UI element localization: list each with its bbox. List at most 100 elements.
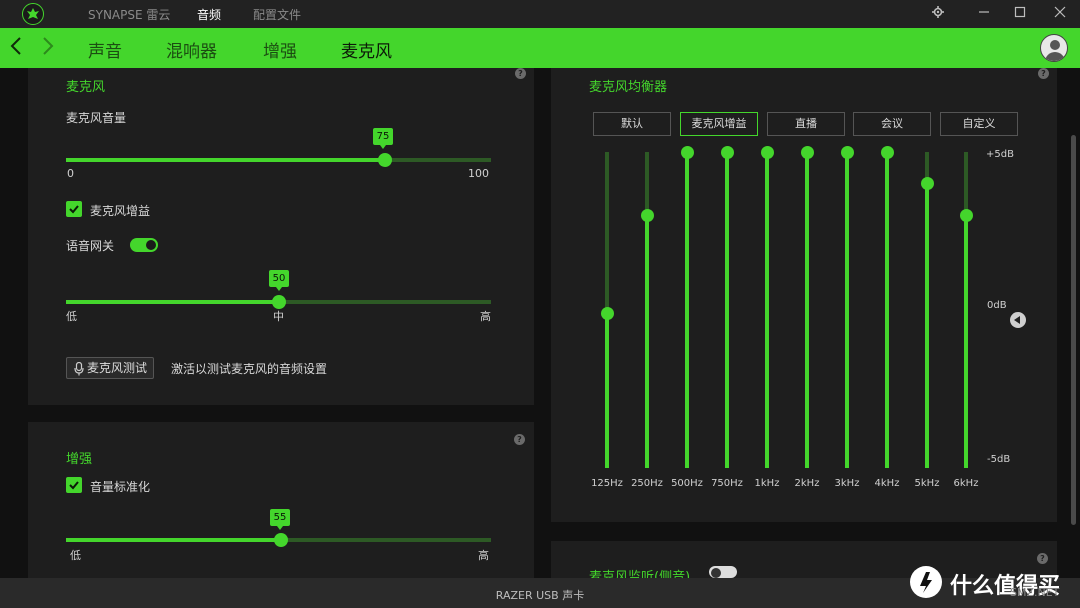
mic-volume-min: 0 [67,167,74,180]
equalizer-panel [551,68,1057,522]
voice-gate-toggle-dot [146,240,156,250]
mic-volume-label: 麦克风音量 [66,111,127,125]
voice-gate-high: 高 [480,310,491,323]
eq-knob-6kHz[interactable] [959,208,973,222]
back-arrow-icon[interactable] [10,36,22,60]
eq-freq-label: 3kHz [834,478,860,489]
eq-knob-750Hz[interactable] [720,145,734,159]
eq-knob-4kHz[interactable] [880,145,894,159]
mic-test-hint: 激活以测试麦克风的音频设置 [171,362,328,376]
eq-knob-500Hz[interactable] [680,145,694,159]
eq-fill-500Hz [685,152,689,468]
normalize-high: 高 [478,549,489,562]
eq-knob-5kHz[interactable] [920,177,934,191]
normalize-fill [66,538,282,542]
mic-boost-checkbox[interactable] [66,201,82,217]
tab-audio[interactable]: 音频 [197,6,221,23]
mic-volume-fill [66,158,385,162]
watermark-logo-icon [910,566,942,598]
maximize-icon[interactable] [1010,4,1030,24]
mic-volume-max: 100 [468,167,489,180]
tab-profiles[interactable]: 配置文件 [253,6,301,23]
mic-test-button[interactable]: 麦克风测试 [66,357,154,379]
voice-gate-slider[interactable] [66,295,491,309]
voice-gate-label: 语音网关 [66,239,115,253]
eq-fill-4kHz [885,152,889,468]
nav-bar: 声音 混响器 增强 麦克风 [0,28,1080,68]
enhance-panel [28,422,534,582]
tab-sound[interactable]: 声音 [88,37,122,62]
eq-freq-label: 4kHz [874,478,900,489]
enhance-help-icon[interactable]: ? [514,434,525,445]
monitor-toggle-dot [711,568,721,578]
voice-gate-knob[interactable] [271,295,286,309]
eq-fill-750Hz [725,152,729,468]
eq-freq-label: 125Hz [591,478,623,489]
normalize-low: 低 [70,549,81,562]
preset-meeting-button[interactable]: 会议 [853,112,931,136]
watermark-sub: SMZ.NET [1010,586,1060,599]
eq-knob-3kHz[interactable] [840,145,854,159]
voice-gate-mid: 中 [273,310,284,323]
eq-fill-2kHz [805,152,809,468]
mic-volume-value: 75 [373,128,393,149]
tab-enhance[interactable]: 增强 [263,37,297,62]
preset-default-button[interactable]: 默认 [593,112,671,136]
microphone-icon [74,362,84,376]
normalize-value: 55 [270,509,290,530]
eq-knob-250Hz[interactable] [640,208,654,222]
scrollbar[interactable] [1071,135,1076,525]
avatar-head [1050,40,1060,50]
monitor-help-icon[interactable]: ? [1037,553,1048,564]
preset-custom-button[interactable]: 自定义 [940,112,1018,136]
gear-icon[interactable] [928,4,948,24]
forward-arrow-icon[interactable] [42,36,54,60]
mic-test-button-label: 麦克风测试 [87,361,148,375]
eq-freq-label: 6kHz [953,478,979,489]
razer-logo-icon [22,3,44,25]
monitor-panel-title: 麦克风监听(侧音) [589,570,691,578]
avatar[interactable] [1040,34,1068,62]
help-icon[interactable]: ? [515,68,526,79]
mic-volume-knob[interactable] [377,153,392,167]
eq-fill-250Hz [645,215,649,468]
tab-synapse[interactable]: SYNAPSE 雷云 [88,6,170,23]
eq-fill-125Hz [605,313,609,468]
tab-mixer[interactable]: 混响器 [166,37,217,62]
eq-freq-label: 5kHz [914,478,940,489]
eq-freq-label: 750Hz [711,478,743,489]
eq-fill-3kHz [845,152,849,468]
eq-freq-label: 1kHz [754,478,780,489]
voice-gate-toggle[interactable] [130,238,158,252]
title-bar: SYNAPSE 雷云 音频 配置文件 [0,0,1080,28]
tab-microphone[interactable]: 麦克风 [341,37,392,62]
close-icon[interactable] [1050,4,1070,24]
normalize-knob[interactable] [274,533,289,547]
mic-boost-label: 麦克风增益 [90,204,151,218]
eq-help-icon[interactable]: ? [1038,68,1049,79]
eq-knob-2kHz[interactable] [800,145,814,159]
voice-gate-fill [66,300,279,304]
collapse-arrow-icon[interactable] [1010,312,1026,328]
voice-gate-low: 低 [66,310,77,323]
eq-freq-label: 500Hz [671,478,703,489]
eq-knob-125Hz[interactable] [600,306,614,320]
equalizer-panel-title: 麦克风均衡器 [589,80,668,95]
preset-mic-boost-button[interactable]: 麦克风增益 [680,112,758,136]
microphone-panel-title: 麦克风 [66,80,106,95]
normalize-checkbox[interactable] [66,477,82,493]
mic-volume-slider[interactable] [66,153,491,167]
eq-freq-label: 250Hz [631,478,663,489]
eq-knob-1kHz[interactable] [760,145,774,159]
eq-fill-6kHz [964,215,968,468]
preset-streaming-button[interactable]: 直播 [767,112,845,136]
eq-fill-5kHz [925,183,929,468]
voice-gate-value: 50 [269,270,289,291]
normalize-slider[interactable] [66,533,491,547]
db-mid-label: 0dB [987,300,1007,311]
eq-fill-1kHz [765,152,769,468]
monitor-toggle[interactable] [709,566,737,578]
minimize-icon[interactable] [974,4,994,24]
db-top-label: +5dB [986,149,1014,160]
normalize-label: 音量标准化 [90,480,151,494]
